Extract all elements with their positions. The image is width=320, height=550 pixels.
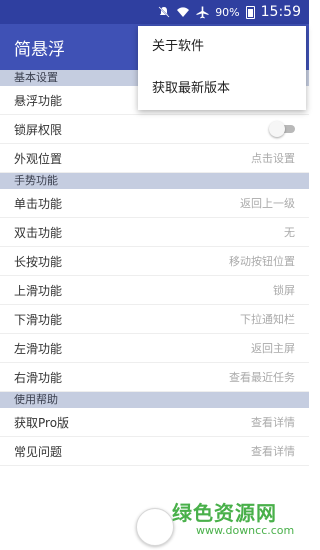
airplane-mode-icon (196, 6, 209, 19)
menu-item-about[interactable]: 关于软件 (138, 26, 306, 68)
overflow-menu: 关于软件 获取最新版本 (138, 26, 306, 110)
floating-ball-button[interactable] (136, 508, 174, 546)
setting-row-lock[interactable]: 锁屏权限 (0, 115, 309, 144)
setting-row-appearance[interactable]: 外观位置 点击设置 (0, 144, 309, 173)
setting-row-long-press[interactable]: 长按功能 移动按钮位置 (0, 247, 309, 276)
setting-label: 单击功能 (14, 196, 63, 211)
wifi-icon (176, 6, 190, 18)
lock-permission-toggle[interactable] (269, 121, 295, 137)
setting-label: 长按功能 (14, 254, 63, 269)
setting-value: 下拉通知栏 (240, 313, 295, 326)
setting-row-tap[interactable]: 单击功能 返回上一级 (0, 189, 309, 218)
setting-value: 查看详情 (251, 445, 295, 458)
setting-value: 无 (284, 226, 295, 239)
settings-list: 基本设置 悬浮功能 锁屏权限 外观位置 点击设置 手势功能 单击功能 返回上一级… (0, 70, 309, 466)
battery-percent: 90% (215, 5, 240, 19)
setting-value: 点击设置 (251, 152, 295, 165)
setting-label: 获取Pro版 (14, 415, 70, 430)
setting-label: 左滑功能 (14, 341, 63, 356)
battery-icon (245, 5, 255, 19)
status-bar: 90% 15:59 (0, 0, 309, 24)
setting-value: 返回上一级 (240, 197, 295, 210)
notification-mute-icon (158, 6, 170, 18)
setting-row-swipe-up[interactable]: 上滑功能 锁屏 (0, 276, 309, 305)
menu-item-update[interactable]: 获取最新版本 (138, 68, 306, 110)
clock-time: 15:59 (260, 4, 301, 20)
setting-label: 双击功能 (14, 225, 63, 240)
setting-label: 锁屏权限 (14, 122, 63, 137)
app-title: 简悬浮 (14, 39, 65, 60)
setting-row-swipe-down[interactable]: 下滑功能 下拉通知栏 (0, 305, 309, 334)
setting-value: 返回主屏 (251, 342, 295, 355)
setting-value: 移动按钮位置 (229, 255, 295, 268)
setting-row-swipe-left[interactable]: 左滑功能 返回主屏 (0, 334, 309, 363)
setting-label: 常见问题 (14, 444, 63, 459)
setting-row-double-tap[interactable]: 双击功能 无 (0, 218, 309, 247)
section-header-gestures: 手势功能 (0, 173, 309, 189)
setting-label: 右滑功能 (14, 370, 63, 385)
setting-row-faq[interactable]: 常见问题 查看详情 (0, 437, 309, 466)
setting-label: 上滑功能 (14, 283, 63, 298)
setting-value: 查看详情 (251, 416, 295, 429)
setting-value: 锁屏 (273, 284, 295, 297)
section-header-help: 使用帮助 (0, 392, 309, 408)
setting-label: 下滑功能 (14, 312, 63, 327)
watermark: 绿色资源网 www.downcc.com (172, 497, 306, 537)
toggle-thumb (269, 121, 285, 137)
setting-row-swipe-right[interactable]: 右滑功能 查看最近任务 (0, 363, 309, 392)
setting-label: 悬浮功能 (14, 93, 63, 108)
setting-value: 查看最近任务 (229, 371, 295, 384)
setting-label: 外观位置 (14, 151, 63, 166)
setting-row-pro[interactable]: 获取Pro版 查看详情 (0, 408, 309, 437)
watermark-title: 绿色资源网 (172, 501, 277, 525)
